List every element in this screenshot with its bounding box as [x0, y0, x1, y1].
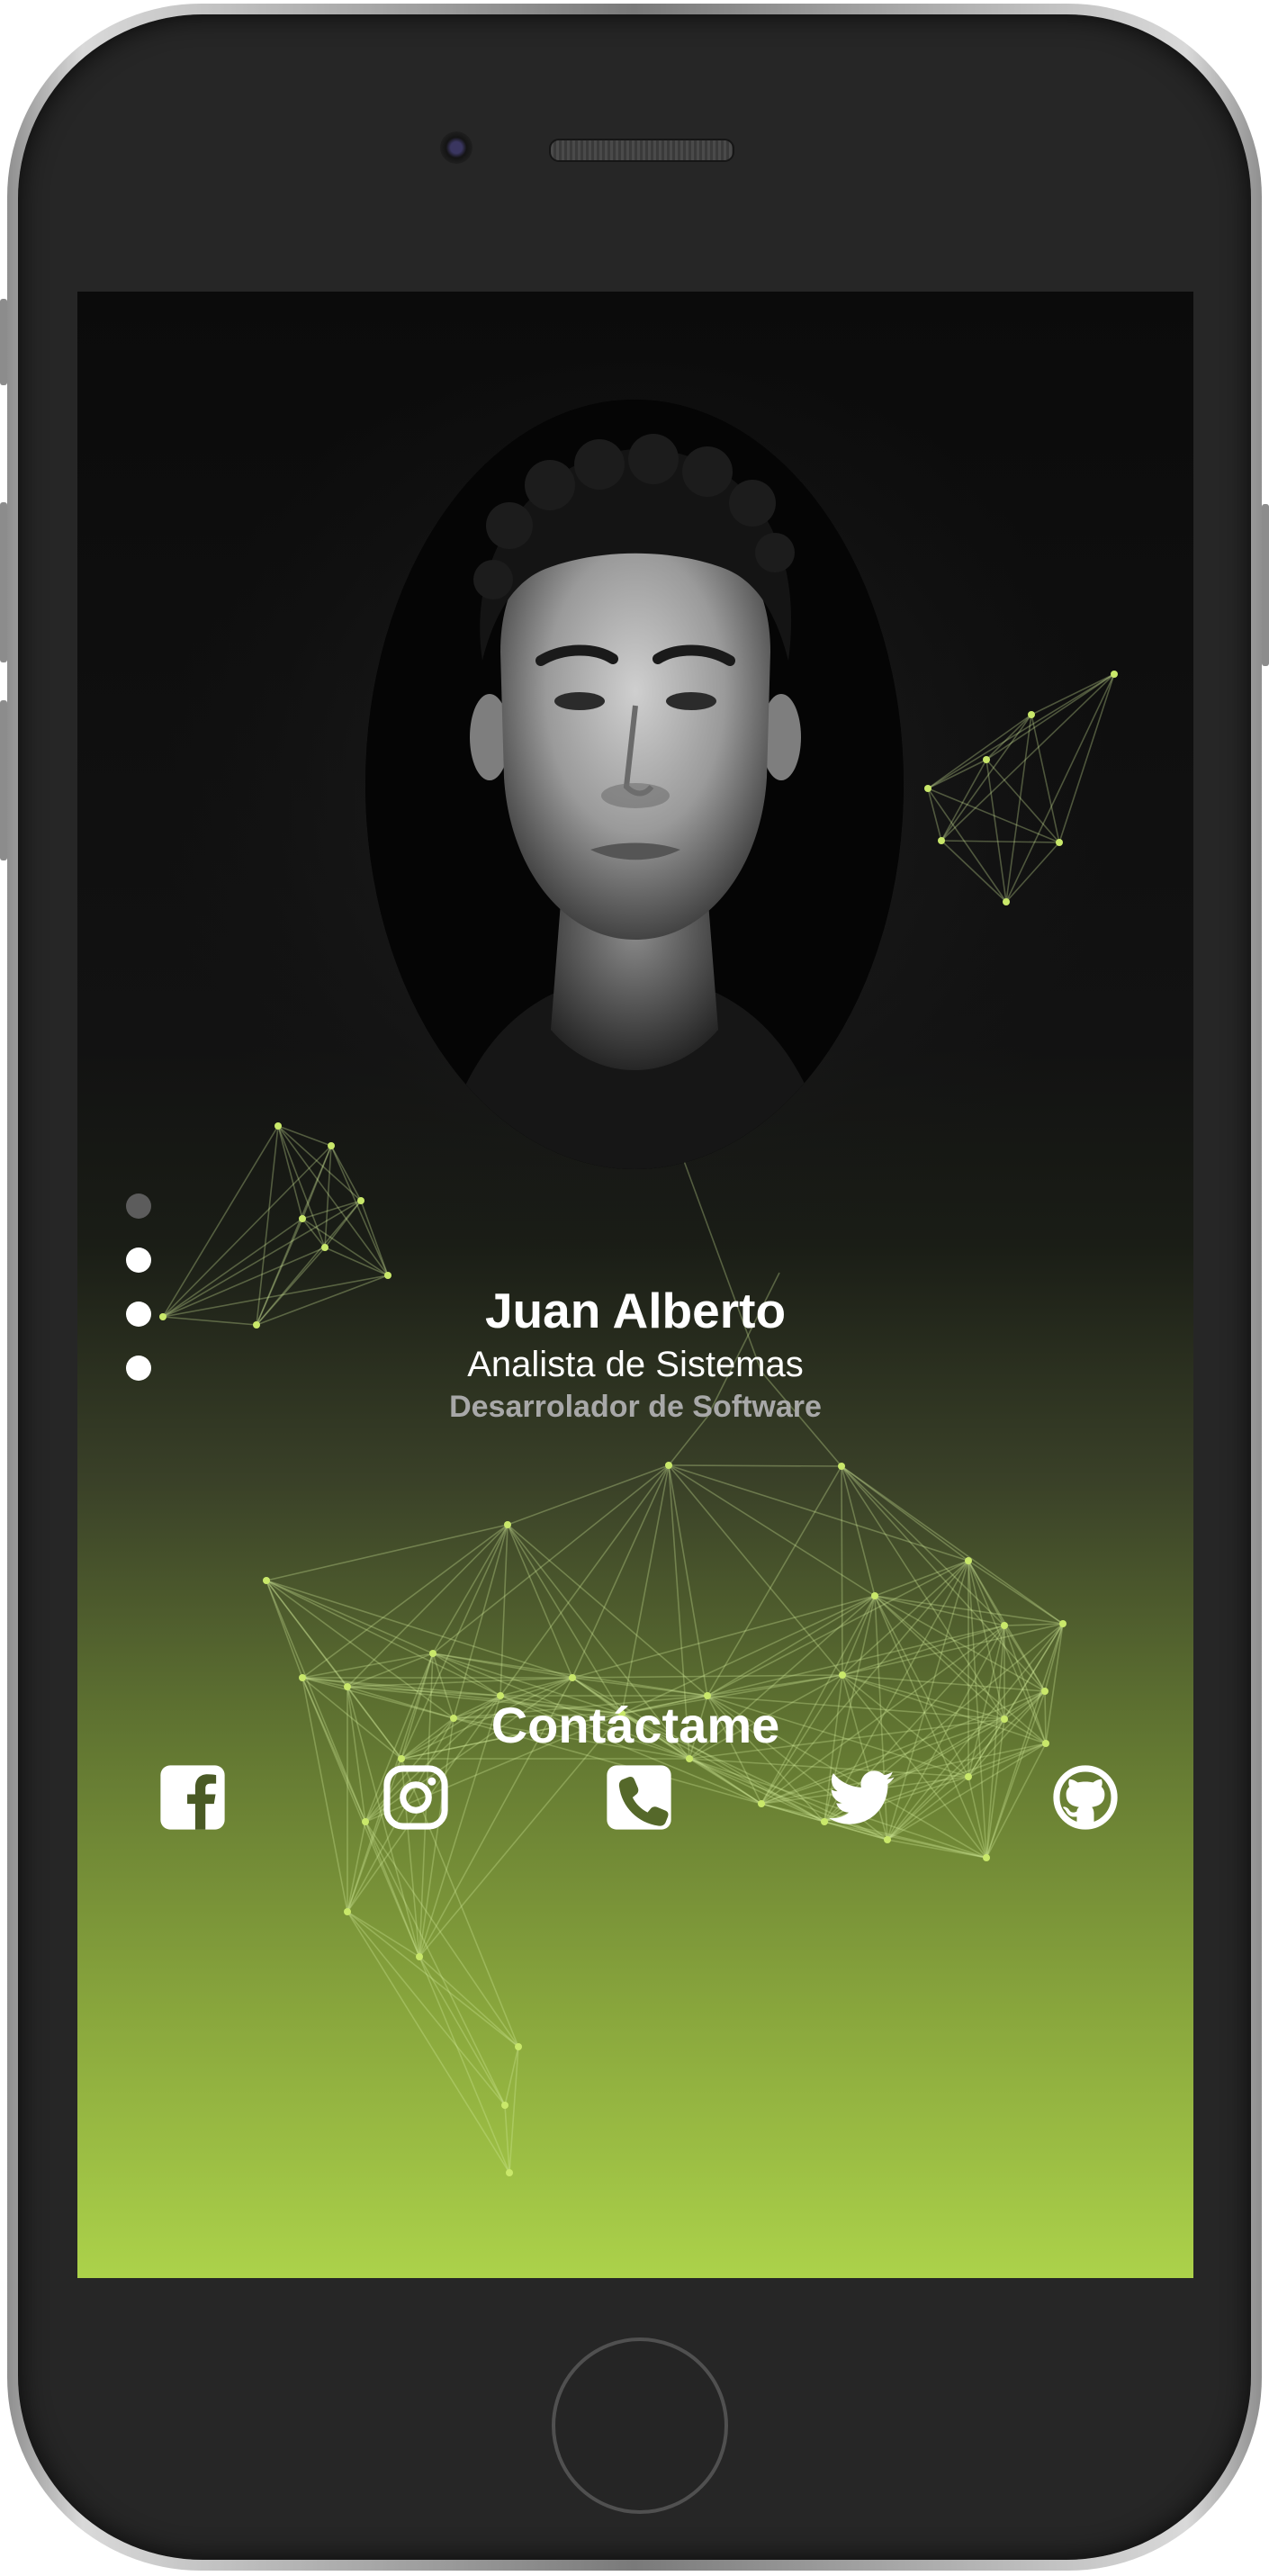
slide-dot-1[interactable] [126, 1193, 151, 1219]
mute-switch [0, 299, 7, 385]
volume-down-button [0, 700, 7, 860]
github-icon [1053, 1765, 1118, 1830]
facebook-link[interactable] [158, 1763, 227, 1832]
volume-up-button [0, 502, 7, 662]
power-button [1262, 504, 1269, 666]
contact-title: Contáctame [490, 1697, 780, 1753]
front-camera [440, 131, 472, 164]
phone-icon [607, 1765, 671, 1830]
twitter-icon [828, 1770, 895, 1824]
github-link[interactable] [1051, 1763, 1120, 1832]
phone-link[interactable] [605, 1763, 673, 1832]
app-screen: Juan Alberto Analista de Sistemas Desarr… [77, 292, 1193, 2278]
profile-photo [365, 400, 904, 1169]
twitter-link[interactable] [828, 1763, 896, 1832]
home-button[interactable] [552, 2337, 728, 2514]
profile-name: Juan Alberto [484, 1283, 787, 1338]
slide-dot-2[interactable] [126, 1247, 151, 1273]
instagram-link[interactable] [382, 1763, 450, 1832]
profile-role-primary: Analista de Sistemas [467, 1345, 804, 1384]
profile-role-secondary: Desarrolador de Software [449, 1390, 822, 1424]
phone-frame: Juan Alberto Analista de Sistemas Desarr… [0, 4, 1269, 2571]
facebook-icon [160, 1765, 225, 1830]
earpiece-speaker [549, 139, 734, 162]
instagram-icon [383, 1765, 448, 1830]
